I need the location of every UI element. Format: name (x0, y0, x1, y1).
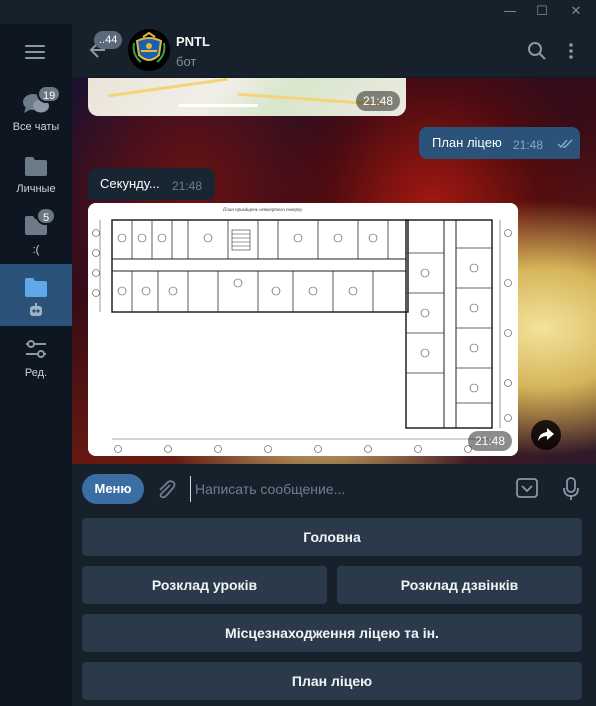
floor-plan-drawing: План приміщень четвертого поверху (88, 203, 518, 456)
read-ticks-icon (557, 139, 573, 149)
folder-personal[interactable]: Личные (0, 146, 72, 208)
avatar[interactable] (128, 29, 170, 71)
coat-of-arms-icon (128, 29, 170, 71)
folder-bot-active[interactable] (0, 264, 72, 326)
folder-icon (25, 157, 47, 176)
keyboard-button-location[interactable]: Місцезнаходження ліцею та ін. (82, 614, 582, 652)
unread-badge: 5 (36, 207, 56, 225)
hamburger-icon[interactable] (25, 45, 45, 59)
edit-icon (26, 340, 46, 358)
keyboard-button-bell-schedule[interactable]: Розклад дзвінків (337, 566, 582, 604)
message-time: 21:48 (356, 91, 401, 111)
microphone-icon[interactable] (560, 476, 582, 502)
message-time: 21:48 (513, 138, 544, 152)
floor-plan-photo[interactable]: План приміщень четвертого поверху 21:48 (88, 203, 518, 456)
folder-label: :( (32, 244, 40, 256)
plan-caption: План приміщень четвертого поверху (222, 208, 303, 213)
minimize-button[interactable]: — (496, 0, 524, 24)
folder-label: Личные (16, 183, 56, 195)
folder-sidebar: 19 Все чаты Личные 5 :( Ред. (0, 24, 72, 706)
robot-icon (30, 303, 42, 316)
message-text: План ліцею (432, 135, 502, 150)
forward-icon[interactable] (531, 420, 561, 450)
chat-subtitle: бот (176, 54, 197, 69)
incoming-message[interactable]: Секунду... 21:48 (88, 168, 215, 200)
folder-edit[interactable]: Ред. (0, 328, 72, 390)
chat-title[interactable]: PNTL (176, 34, 210, 49)
chat-header: ..44 PNTL бот (72, 24, 596, 78)
bot-reply-keyboard: Головна Розклад уроків Розклад дзвінків … (72, 512, 596, 706)
bot-keyboard-icon[interactable] (516, 478, 538, 498)
folder-all-chats[interactable]: 19 Все чаты (0, 84, 72, 146)
message-time: 21:48 (172, 179, 203, 193)
unread-badge: 19 (37, 85, 62, 103)
folder-icon (25, 278, 47, 297)
keyboard-button-home[interactable]: Головна (82, 518, 582, 556)
more-vertical-icon[interactable] (560, 40, 582, 62)
chat-messages: 21:48 План ліцею 21:48 Секунду... 21:48 … (72, 78, 596, 464)
close-button[interactable]: ✕ (562, 0, 590, 24)
bot-menu-button[interactable]: Меню (82, 474, 144, 504)
message-text: Секунду... (100, 176, 160, 191)
unread-counter: ..44 (94, 31, 123, 49)
message-composer: Меню (72, 464, 596, 512)
outgoing-message[interactable]: План ліцею 21:48 (419, 127, 580, 159)
keyboard-button-plan[interactable]: План ліцею (82, 662, 582, 700)
folder-label: Все чаты (12, 121, 60, 133)
message-time: 21:48 (468, 431, 513, 451)
keyboard-button-lesson-schedule[interactable]: Розклад уроків (82, 566, 327, 604)
search-icon[interactable] (526, 40, 548, 62)
message-input[interactable] (190, 476, 510, 502)
folder-label: Ред. (24, 367, 48, 379)
map-message[interactable]: 21:48 (88, 78, 406, 116)
folder-sad[interactable]: 5 :( (0, 204, 72, 266)
maximize-button[interactable]: ☐ (528, 0, 556, 24)
paperclip-icon[interactable] (154, 477, 176, 501)
window-titlebar: — ☐ ✕ (0, 0, 596, 24)
